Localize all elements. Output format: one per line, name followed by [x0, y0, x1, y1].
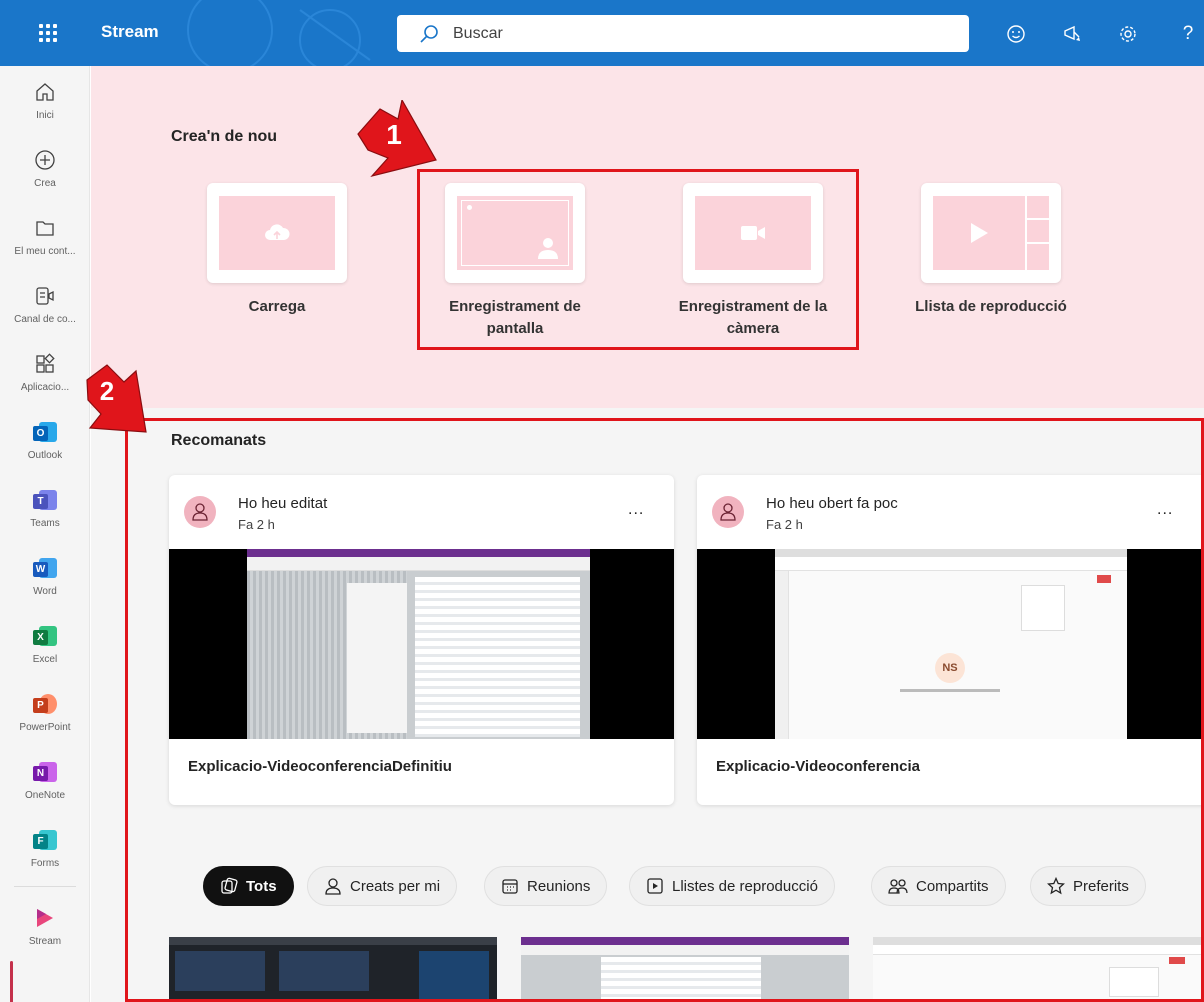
rail-item-label: Outlook	[27, 450, 63, 461]
rail-item-label: Word	[33, 586, 57, 597]
rail-item-label: Excel	[32, 654, 58, 665]
search-input[interactable]	[453, 24, 933, 43]
app-launcher-button[interactable]	[26, 16, 70, 50]
waffle-icon	[39, 24, 57, 42]
upload-label: Carrega	[248, 298, 306, 315]
active-indicator	[10, 961, 13, 1002]
svg-text:2: 2	[100, 376, 114, 406]
svg-text:1: 1	[386, 119, 402, 150]
word-icon: W	[33, 556, 57, 580]
rail-item-word[interactable]: W Word	[0, 548, 90, 610]
rail-item-label: El meu cont...	[14, 246, 76, 257]
outlook-icon: O	[33, 420, 57, 444]
forms-icon: F	[33, 828, 57, 852]
playlist-label: Llista de reproducció	[915, 298, 1067, 315]
rail-item-my-content[interactable]: El meu cont...	[0, 208, 90, 270]
left-rail: Inici Crea El meu cont... Canal de co...…	[0, 66, 90, 1002]
rail-item-label: Forms	[30, 858, 60, 869]
smiley-icon	[1007, 25, 1025, 43]
rail-item-teams[interactable]: T Teams	[0, 480, 90, 542]
rail-item-label: PowerPoint	[19, 722, 71, 733]
search-icon	[420, 24, 438, 43]
app-title[interactable]: Stream	[101, 22, 159, 42]
rail-item-label: Stream	[28, 936, 62, 947]
rail-item-label: Canal de co...	[14, 314, 76, 325]
powerpoint-icon: P	[33, 692, 57, 716]
create-section-title: Crea'n de nou	[171, 128, 278, 145]
rail-item-forms[interactable]: F Forms	[0, 820, 90, 882]
rail-divider	[14, 886, 76, 887]
rail-item-create[interactable]: Crea	[0, 140, 90, 202]
rail-item-label: Crea	[34, 178, 56, 189]
upload-tile[interactable]	[207, 183, 347, 283]
header-decoration	[187, 0, 371, 66]
question-icon: ?	[1182, 23, 1194, 44]
rail-item-excel[interactable]: X Excel	[0, 616, 90, 678]
rail-item-channels[interactable]: Canal de co...	[0, 276, 90, 338]
rail-item-label: Teams	[30, 518, 60, 529]
rail-item-onenote[interactable]: N OneNote	[0, 752, 90, 814]
excel-icon: X	[33, 624, 57, 648]
gear-icon	[1120, 26, 1136, 42]
search-box[interactable]	[397, 15, 969, 52]
whats-new-button[interactable]	[1060, 22, 1084, 46]
home-icon	[36, 83, 54, 101]
annotation-arrow-1: 1	[357, 100, 437, 178]
rail-item-powerpoint[interactable]: P PowerPoint	[0, 684, 90, 746]
cloud-upload-icon	[265, 224, 290, 240]
playlist-tile[interactable]	[921, 183, 1061, 283]
rail-item-outlook[interactable]: O Outlook	[0, 412, 90, 474]
rail-item-stream[interactable]: Stream	[0, 898, 90, 960]
apps-icon	[36, 353, 55, 373]
channel-icon	[36, 287, 54, 305]
rail-item-apps[interactable]: Aplicacio...	[0, 344, 90, 406]
rail-item-label: Inici	[36, 110, 54, 121]
play-icon	[971, 223, 988, 243]
folder-icon	[36, 221, 54, 236]
settings-button[interactable]	[1116, 22, 1140, 46]
annotation-box-2	[125, 418, 1204, 1002]
teams-icon: T	[33, 488, 57, 512]
help-button[interactable]: ?	[1176, 22, 1200, 46]
feedback-smiley-button[interactable]	[1004, 22, 1028, 46]
rail-item-home[interactable]: Inici	[0, 72, 90, 134]
annotation-arrow-2: 2	[86, 364, 147, 433]
rail-item-label: OneNote	[24, 790, 66, 801]
annotation-box-1	[417, 169, 859, 350]
plus-circle-icon	[35, 150, 55, 170]
megaphone-icon	[1064, 25, 1080, 41]
onenote-icon: N	[33, 760, 57, 784]
top-bar: Stream ?	[0, 0, 1204, 66]
stream-icon	[37, 909, 53, 927]
rail-item-label: Aplicacio...	[20, 382, 70, 393]
